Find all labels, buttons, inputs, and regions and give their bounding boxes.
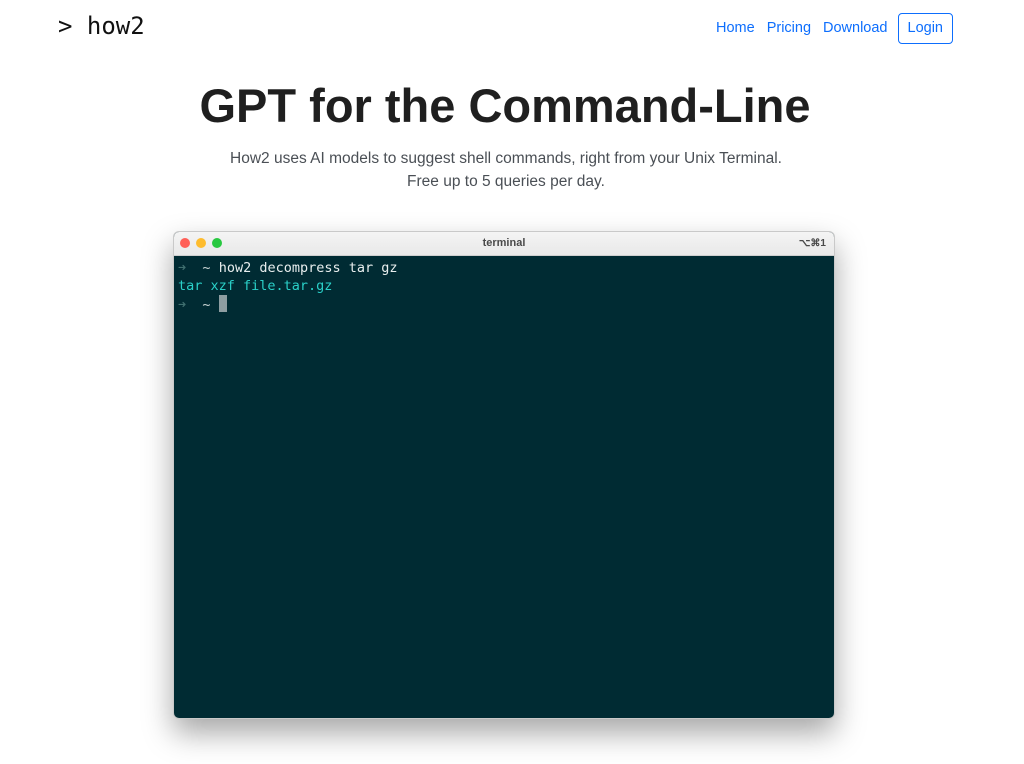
nav-link-download[interactable]: Download	[817, 13, 894, 44]
terminal-output-line: tar xzf file.tar.gz	[178, 277, 830, 295]
terminal-command-line: ➜ ~ how2 decompress tar gz	[178, 259, 830, 277]
hero-subtitle: How2 uses AI models to suggest shell com…	[0, 147, 1012, 193]
hero-subtitle-line-2: Free up to 5 queries per day.	[407, 173, 605, 190]
brand-logo[interactable]: > how2	[58, 12, 145, 40]
prompt-path: ~	[202, 297, 211, 313]
terminal-shortcut: ⌥⌘1	[798, 238, 826, 249]
terminal-cursor	[218, 295, 227, 312]
nav-links: Home Pricing Download Login	[710, 13, 953, 44]
prompt-arrow-icon: ➜	[178, 260, 187, 276]
prompt-path: ~	[202, 260, 211, 276]
nav-link-home[interactable]: Home	[710, 13, 761, 44]
login-button[interactable]: Login	[897, 13, 953, 44]
terminal-output: tar xzf file.tar.gz	[178, 278, 333, 294]
terminal-titlebar[interactable]: terminal ⌥⌘1	[174, 232, 834, 256]
terminal-prompt-line: ➜ ~	[178, 295, 830, 313]
terminal-window: terminal ⌥⌘1 ➜ ~ how2 decompress tar gz …	[173, 231, 835, 719]
prompt-arrow-icon: ➜	[178, 297, 187, 313]
page-title: GPT for the Command-Line	[199, 79, 811, 132]
terminal-title: terminal	[482, 237, 526, 249]
navbar: > how2 Home Pricing Download Login	[0, 0, 1024, 58]
terminal-command: how2 decompress tar gz	[218, 260, 398, 276]
nav-link-pricing[interactable]: Pricing	[761, 13, 817, 44]
terminal-body[interactable]: ➜ ~ how2 decompress tar gz tar xzf file.…	[174, 256, 834, 316]
hero-subtitle-line-1: How2 uses AI models to suggest shell com…	[230, 150, 782, 167]
